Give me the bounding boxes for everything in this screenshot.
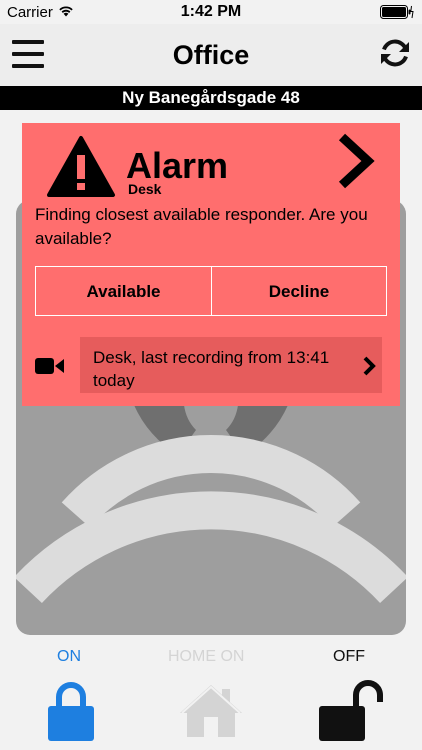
lock-icon[interactable] <box>47 680 95 742</box>
home-icon[interactable] <box>178 683 244 739</box>
chevron-right-icon <box>363 356 376 376</box>
status-bar: Carrier 1:42 PM <box>0 0 422 24</box>
mode-off-label: OFF <box>333 648 365 665</box>
hamburger-menu-icon[interactable] <box>12 40 44 68</box>
decline-button[interactable]: Decline <box>212 267 386 315</box>
clock: 1:42 PM <box>180 3 242 20</box>
mode-on-label: ON <box>57 648 81 665</box>
battery-icon <box>380 5 414 19</box>
last-recording-link[interactable]: Desk, last recording from 13:41 today <box>80 337 382 393</box>
alarm-subtitle: Desk <box>128 181 162 197</box>
recording-label: Desk, last recording from 13:41 today <box>93 348 330 390</box>
warning-icon <box>47 136 115 197</box>
mode-home-label: HOME ON <box>168 648 245 665</box>
refresh-icon[interactable] <box>378 36 412 70</box>
alarm-card: Alarm Desk Finding closest available res… <box>22 123 400 406</box>
address-label: Ny Banegårdsgade 48 <box>122 88 300 107</box>
response-buttons: Available Decline <box>35 266 387 316</box>
nav-bar: Office <box>0 24 422 86</box>
alarm-message: Finding closest available responder. Are… <box>35 205 368 248</box>
video-camera-icon <box>35 358 64 374</box>
unlock-icon[interactable] <box>318 680 386 742</box>
address-bar: Ny Banegårdsgade 48 <box>0 86 422 110</box>
available-button[interactable]: Available <box>36 267 212 315</box>
chevron-right-icon[interactable] <box>334 131 378 191</box>
page-title: Office <box>172 40 250 70</box>
